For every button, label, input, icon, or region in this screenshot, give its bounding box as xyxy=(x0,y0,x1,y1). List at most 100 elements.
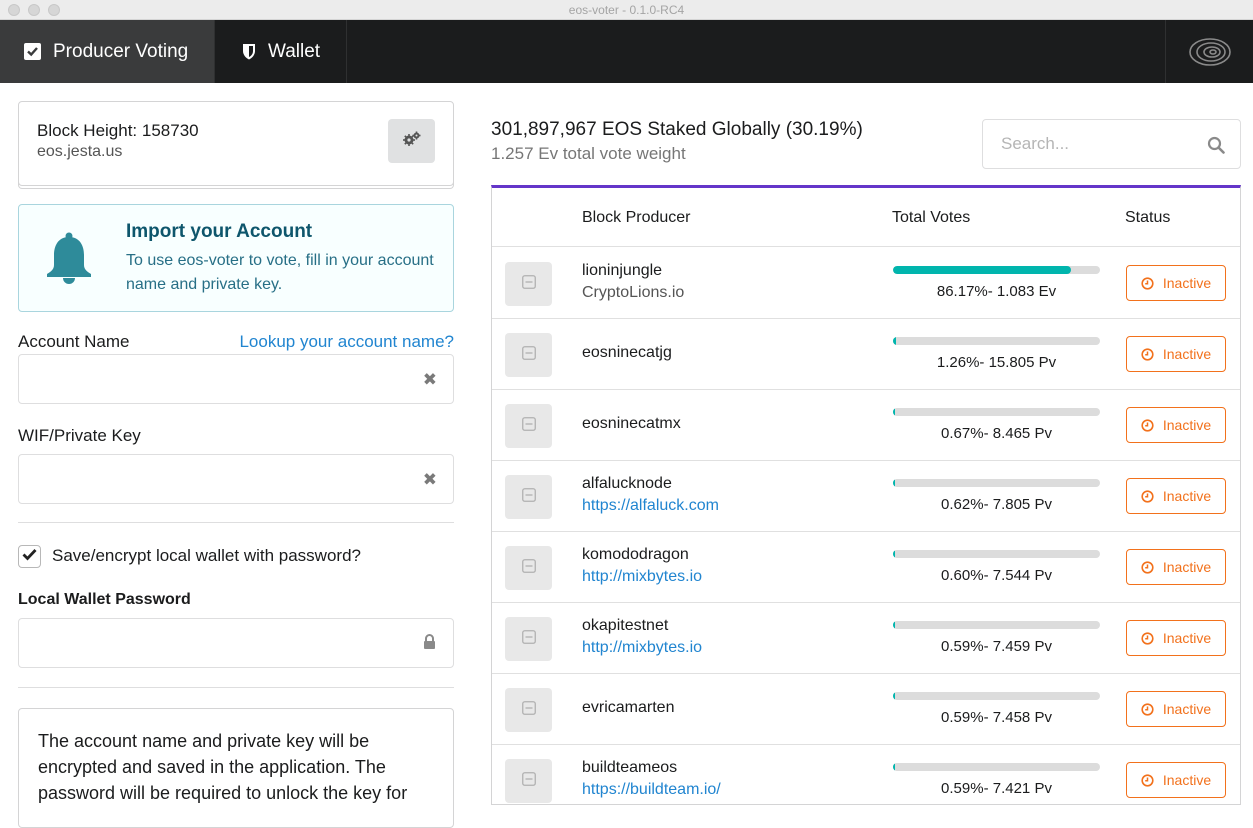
producer-name: eosninecatjg xyxy=(582,344,672,361)
votes-progress-fill xyxy=(893,621,896,629)
lookup-account-link[interactable]: Lookup your account name? xyxy=(239,332,454,352)
minus-square-icon xyxy=(521,345,536,365)
producer-name: alfalucknode xyxy=(582,475,672,492)
votes-text: 0.59%- 7.421 Pv xyxy=(941,780,1052,797)
status-label: Inactive xyxy=(1162,488,1212,504)
producer-website[interactable]: https://buildteam.io/ xyxy=(582,781,721,799)
status-label: Inactive xyxy=(1162,559,1212,575)
minus-square-icon xyxy=(521,487,536,507)
table-row: okapitestnet http://mixbytes.io 0.59%- 7.4… xyxy=(492,603,1240,674)
account-name-field: ✖ xyxy=(18,354,454,404)
votes-progress-fill xyxy=(893,692,896,700)
status-badge[interactable]: Inactive xyxy=(1126,336,1226,372)
form-divider xyxy=(18,522,454,523)
vote-toggle-button[interactable] xyxy=(505,404,552,448)
header-total-votes: Total Votes xyxy=(892,209,971,226)
node-settings-button[interactable] xyxy=(388,119,435,163)
status-label: Inactive xyxy=(1162,630,1212,646)
account-name-input[interactable] xyxy=(19,355,453,403)
status-badge[interactable]: Inactive xyxy=(1126,691,1226,727)
status-badge[interactable]: Inactive xyxy=(1126,620,1226,656)
producer-website[interactable]: http://mixbytes.io xyxy=(582,568,702,586)
clock-icon xyxy=(1141,773,1154,787)
clock-icon xyxy=(1141,418,1154,432)
node-info-card: Block Height: 158730 eos.jesta.us xyxy=(18,101,454,186)
wallet-password-input[interactable] xyxy=(19,619,453,667)
producer-website[interactable]: https://alfaluck.com xyxy=(582,497,719,515)
vote-toggle-button[interactable] xyxy=(505,475,552,519)
status-badge[interactable]: Inactive xyxy=(1126,549,1226,585)
checkmark-icon xyxy=(22,548,37,566)
votes-progress-bar xyxy=(893,692,1100,700)
votes-progress-fill xyxy=(893,337,896,345)
header-status: Status xyxy=(1125,209,1171,226)
vote-toggle-button[interactable] xyxy=(505,617,552,661)
table-row: alfalucknode https://alfaluck.com 0.62%- 7… xyxy=(492,461,1240,532)
votes-text: 1.26%- 15.805 Pv xyxy=(936,354,1057,371)
wallet-note-segment: The account name and private key will be… xyxy=(18,708,454,828)
status-label: Inactive xyxy=(1162,417,1212,433)
producers-table: Block Producer Total Votes Status lionin… xyxy=(491,185,1241,805)
votes-text: 0.60%- 7.544 Pv xyxy=(941,567,1052,584)
vote-toggle-button[interactable] xyxy=(505,333,552,377)
table-row: komododragon http://mixbytes.io 0.60%- 7.5… xyxy=(492,532,1240,603)
votes-text: 0.67%- 8.465 Pv xyxy=(941,425,1052,442)
check-square-icon xyxy=(24,43,41,60)
wallet-password-field xyxy=(18,618,454,668)
header-block-producer: Block Producer xyxy=(582,209,691,226)
import-account-text: To use eos-voter to vote, fill in your a… xyxy=(126,252,434,293)
status-label: Inactive xyxy=(1162,275,1212,291)
producer-search xyxy=(982,119,1241,169)
table-row: eosninecatmx 0.67%- 8.465 Pv Inactive xyxy=(492,390,1240,461)
vote-toggle-button[interactable] xyxy=(505,688,552,732)
votes-progress-fill xyxy=(893,763,896,771)
clock-icon xyxy=(1141,276,1154,290)
search-input[interactable] xyxy=(983,120,1240,168)
search-icon xyxy=(1207,136,1225,159)
account-name-label: Account Name xyxy=(18,332,130,351)
private-key-input[interactable] xyxy=(19,455,453,503)
import-account-message: Import your Account To use eos-voter to … xyxy=(18,204,454,312)
producer-website[interactable]: http://mixbytes.io xyxy=(582,639,702,657)
votes-progress-bar xyxy=(893,550,1100,558)
bell-icon xyxy=(44,231,94,290)
status-label: Inactive xyxy=(1162,346,1212,362)
save-wallet-label[interactable]: Save/encrypt local wallet with password? xyxy=(52,546,361,566)
import-account-header: Import your Account xyxy=(126,221,313,242)
staked-summary: 301,897,967 EOS Staked Globally (30.19%) xyxy=(491,119,863,140)
vote-toggle-button[interactable] xyxy=(505,262,552,306)
producer-name: okapitestnet xyxy=(582,617,669,634)
producer-name: eosninecatmx xyxy=(582,415,681,432)
status-label: Inactive xyxy=(1162,772,1212,788)
clear-account-icon[interactable]: ✖ xyxy=(423,371,437,388)
gears-icon xyxy=(402,131,422,152)
save-wallet-checkbox[interactable] xyxy=(18,545,41,568)
status-badge[interactable]: Inactive xyxy=(1126,265,1226,301)
minus-square-icon xyxy=(521,274,536,294)
producer-name: komododragon xyxy=(582,546,689,563)
status-badge[interactable]: Inactive xyxy=(1126,407,1226,443)
status-badge[interactable]: Inactive xyxy=(1126,478,1226,514)
vote-weight-summary: 1.257 Ev total vote weight xyxy=(491,144,686,163)
minus-square-icon xyxy=(521,416,536,436)
tab-producer-voting[interactable]: Producer Voting xyxy=(0,20,215,83)
wallet-password-label: Local Wallet Password xyxy=(18,591,191,608)
top-nav: Producer Voting Wallet xyxy=(0,20,1253,83)
clear-key-icon[interactable]: ✖ xyxy=(423,471,437,488)
wallet-note-text: The account name and private key will be… xyxy=(38,731,408,803)
vote-toggle-button[interactable] xyxy=(505,759,552,803)
clock-icon xyxy=(1141,631,1154,645)
producer-name: evricamarten xyxy=(582,699,675,716)
private-key-field: ✖ xyxy=(18,454,454,504)
vote-toggle-button[interactable] xyxy=(505,546,552,590)
minus-square-icon xyxy=(521,700,536,720)
tab-wallet[interactable]: Wallet xyxy=(215,20,347,83)
table-header: Block Producer Total Votes Status xyxy=(492,188,1240,247)
private-key-label: WIF/Private Key xyxy=(18,426,141,445)
votes-progress-fill xyxy=(893,408,896,416)
minus-square-icon xyxy=(521,558,536,578)
status-badge[interactable]: Inactive xyxy=(1126,762,1226,798)
clock-icon xyxy=(1141,560,1154,574)
votes-progress-fill xyxy=(893,266,1072,274)
votes-progress-fill xyxy=(893,479,896,487)
